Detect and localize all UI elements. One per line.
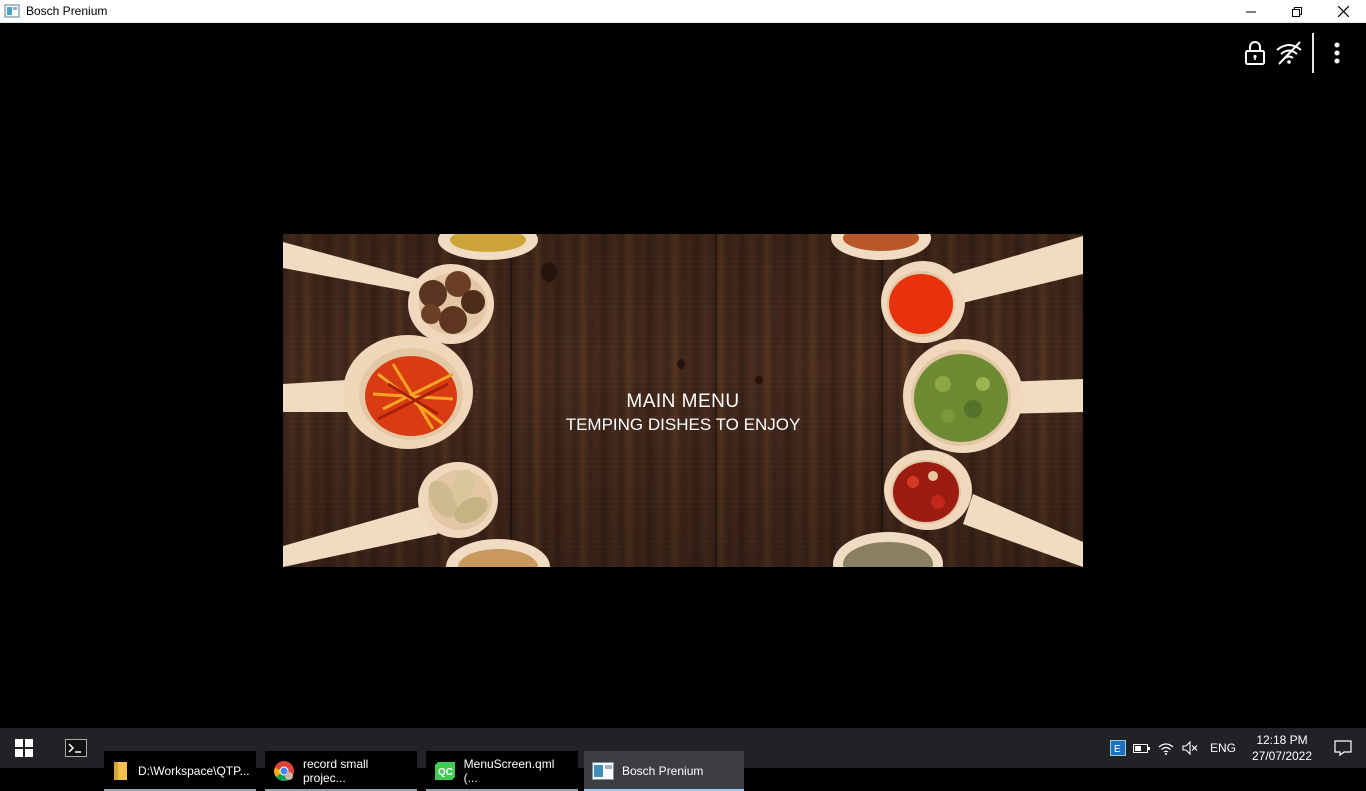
taskbar-item-qt-creator[interactable]: QC MenuScreen.qml (... <box>426 751 578 791</box>
app-window-icon <box>592 760 614 782</box>
volume-muted-icon <box>1182 741 1198 755</box>
wifi-icon <box>1158 743 1174 755</box>
wifi-off-button[interactable] <box>1272 36 1306 70</box>
battery-button[interactable] <box>1130 728 1154 768</box>
spoon-turmeric <box>438 234 538 260</box>
qt-creator-icon: QC <box>434 760 456 782</box>
taskbar-item-terminal[interactable] <box>48 728 104 768</box>
windows-logo-icon <box>15 739 33 757</box>
wood-knot <box>755 376 763 384</box>
clock-date: 27/07/2022 <box>1251 749 1313 763</box>
svg-text:QC: QC <box>438 767 453 778</box>
clock-time: 12:18 PM <box>1256 733 1308 747</box>
banner-subtitle: TEMPING DISHES TO ENJOY <box>565 415 801 434</box>
banner-text: MAIN MENU TEMPING DISHES TO ENJOY <box>283 390 1083 436</box>
system-tray: E ENG 12:18 PM 27/07/2022 <box>1106 728 1366 768</box>
lock-button[interactable] <box>1238 36 1272 70</box>
app-canvas: MAIN MENU TEMPING DISHES TO ENJOY <box>0 23 1366 728</box>
app-tray-icon: E <box>1109 740 1126 756</box>
action-center-button[interactable] <box>1320 728 1366 768</box>
volume-button[interactable] <box>1178 728 1202 768</box>
restore-button[interactable] <box>1274 0 1320 23</box>
wood-knot <box>677 359 685 369</box>
chrome-icon <box>273 760 295 782</box>
minimize-button[interactable] <box>1228 0 1274 23</box>
window-controls <box>1228 0 1366 23</box>
app-window-icon <box>4 4 20 18</box>
wood-knot <box>541 262 557 282</box>
taskbar-item-bosch-prenium[interactable]: Bosch Prenium <box>584 751 744 791</box>
restore-icon <box>1292 6 1302 17</box>
spoon-chili-flakes-top <box>831 234 931 260</box>
notification-icon <box>1334 740 1352 756</box>
toolbar-divider <box>1312 33 1314 73</box>
close-icon <box>1337 6 1349 17</box>
more-menu-button[interactable] <box>1320 36 1354 70</box>
network-button[interactable] <box>1154 728 1178 768</box>
spoon-coriander <box>446 539 550 567</box>
folder-icon <box>112 760 130 782</box>
more-vertical-icon <box>1334 42 1340 64</box>
wifi-off-icon <box>1276 41 1302 65</box>
spoon-nutmeg <box>283 242 494 344</box>
window-title: Bosch Prenium <box>26 4 108 18</box>
taskbar-clock[interactable]: 12:18 PM 27/07/2022 <box>1244 732 1320 764</box>
app-toolbar <box>1238 33 1354 73</box>
taskbar: D:\Workspace\QTP... record small projec.… <box>0 728 1366 791</box>
language-indicator[interactable]: ENG <box>1202 741 1244 755</box>
battery-icon <box>1132 744 1150 753</box>
main-menu-banner[interactable]: MAIN MENU TEMPING DISHES TO ENJOY <box>283 234 1083 567</box>
taskbar-item-label: record small projec... <box>303 757 369 785</box>
taskbar-item-label: MenuScreen.qml (... <box>463 757 555 785</box>
taskbar-item-explorer[interactable]: D:\Workspace\QTP... <box>104 751 256 791</box>
tray-app-button[interactable]: E <box>1106 728 1130 768</box>
taskbar-item-label: Bosch Prenium <box>622 764 704 778</box>
spoon-ground-spice <box>833 532 943 567</box>
taskbar-item-label: D:\Workspace\QTP... <box>138 764 250 778</box>
svg-text:E: E <box>1114 744 1121 755</box>
banner-title: MAIN MENU <box>626 391 740 412</box>
taskbar-item-chrome[interactable]: record small projec... <box>265 751 417 791</box>
terminal-icon <box>65 737 87 759</box>
minimize-icon <box>1246 11 1256 12</box>
window-titlebar: Bosch Prenium <box>0 0 1366 23</box>
close-button[interactable] <box>1320 0 1366 23</box>
start-button[interactable] <box>0 728 48 768</box>
lock-icon <box>1245 41 1265 65</box>
